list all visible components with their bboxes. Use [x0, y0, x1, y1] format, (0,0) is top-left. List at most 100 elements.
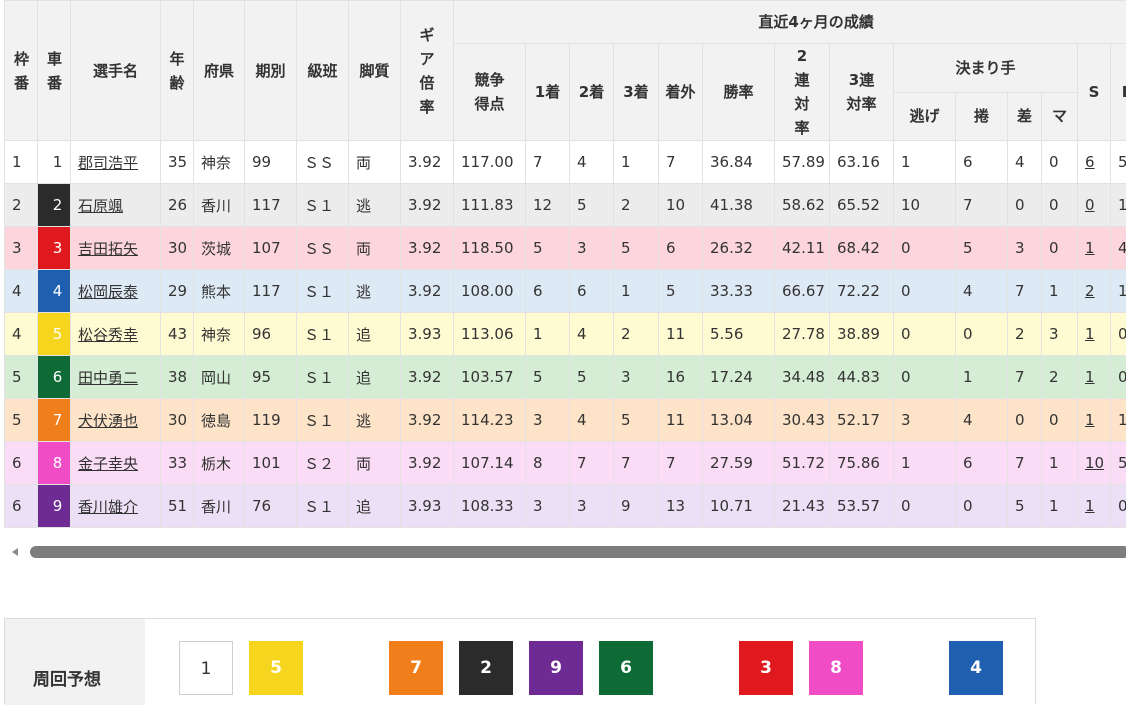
s-count-link[interactable]: 0: [1085, 196, 1095, 214]
rider-name-cell: 犬伏湧也: [71, 399, 161, 442]
trio-rate-cell: 52.17: [830, 399, 894, 442]
rider-table-body: 11郡司浩平35神奈99ＳＳ両3.92117.00741736.8457.896…: [5, 141, 1126, 528]
second-cell: 3: [570, 227, 614, 270]
nige-cell: 1: [894, 442, 956, 485]
term-cell: 117: [245, 184, 297, 227]
class-cell: Ｓ１: [297, 184, 349, 227]
rider-name-cell: 石原颯: [71, 184, 161, 227]
quinella-rate-cell: 27.78: [775, 313, 830, 356]
mark-cell: 0: [1042, 141, 1078, 184]
waku-cell: 4: [5, 313, 38, 356]
second-cell: 4: [570, 399, 614, 442]
third-cell: 9: [614, 485, 659, 528]
nige-cell: 0: [894, 270, 956, 313]
out-cell: 10: [659, 184, 703, 227]
sashi-cell: 7: [1008, 356, 1042, 399]
sashi-cell: 3: [1008, 227, 1042, 270]
header-win-rate: 勝率: [703, 44, 775, 141]
rider-table: 枠番 車番 選手名 年齢 府県 期別 級班 脚質 ギア倍率 直近4ヶ月の成績 競…: [4, 0, 1126, 528]
horizontal-scrollbar[interactable]: [4, 544, 1126, 560]
scrollbar-thumb[interactable]: [30, 546, 1126, 558]
term-cell: 107: [245, 227, 297, 270]
s-count-link[interactable]: 6: [1085, 153, 1095, 171]
table-row: 56田中勇二38岡山95Ｓ１追3.92103.575531617.2434.48…: [5, 356, 1126, 399]
s-count-link[interactable]: 10: [1085, 454, 1104, 472]
s-count-link[interactable]: 1: [1085, 239, 1095, 257]
out-cell: 5: [659, 270, 703, 313]
trio-rate-cell: 68.42: [830, 227, 894, 270]
header-nige: 逃げ: [894, 92, 956, 141]
quinella-rate-cell: 21.43: [775, 485, 830, 528]
age-cell: 30: [161, 399, 194, 442]
mark-cell: 1: [1042, 270, 1078, 313]
rider-name-link[interactable]: 田中勇二: [78, 369, 138, 387]
s-cell: 1: [1078, 356, 1111, 399]
score-cell: 111.83: [454, 184, 526, 227]
nige-cell: 0: [894, 356, 956, 399]
b-cell: 12: [1111, 399, 1126, 442]
header-waku: 枠番: [5, 1, 38, 141]
waku-cell: 3: [5, 227, 38, 270]
rider-name-link[interactable]: 吉田拓矢: [78, 240, 138, 258]
rider-name-link[interactable]: 犬伏湧也: [78, 412, 138, 430]
prediction-box: 3: [739, 641, 793, 695]
waku-cell: 2: [5, 184, 38, 227]
gear-cell: 3.93: [401, 313, 454, 356]
s-cell: 1: [1078, 485, 1111, 528]
car-number-cell: 2: [38, 184, 71, 227]
style-cell: 逃: [349, 270, 401, 313]
age-cell: 51: [161, 485, 194, 528]
rider-name-link[interactable]: 松谷秀幸: [78, 326, 138, 344]
s-count-link[interactable]: 1: [1085, 497, 1095, 515]
rider-name-link[interactable]: 郡司浩平: [78, 154, 138, 172]
prediction-box: 5: [249, 641, 303, 695]
b-cell: 1: [1111, 270, 1126, 313]
rider-name-link[interactable]: 金子幸央: [78, 455, 138, 473]
mark-cell: 1: [1042, 442, 1078, 485]
rider-name-cell: 金子幸央: [71, 442, 161, 485]
s-count-link[interactable]: 1: [1085, 368, 1095, 386]
table-row: 69香川雄介51香川76Ｓ１追3.93108.333391310.7121.43…: [5, 485, 1126, 528]
rider-name-link[interactable]: 松岡辰泰: [78, 283, 138, 301]
rider-name-link[interactable]: 香川雄介: [78, 498, 138, 516]
car-number-cell: 8: [38, 442, 71, 485]
first-cell: 1: [526, 313, 570, 356]
second-cell: 7: [570, 442, 614, 485]
style-cell: 両: [349, 141, 401, 184]
lap-prediction-label-cell: 周回予想: [5, 619, 145, 705]
gear-cell: 3.92: [401, 356, 454, 399]
prediction-box: 1: [179, 641, 233, 695]
out-cell: 7: [659, 141, 703, 184]
header-sashi: 差: [1008, 92, 1042, 141]
prediction-box: 9: [529, 641, 583, 695]
header-second: 2着: [570, 44, 614, 141]
pref-cell: 神奈: [194, 141, 245, 184]
rider-name-link[interactable]: 石原颯: [78, 197, 123, 215]
header-s: S: [1078, 44, 1111, 141]
s-count-link[interactable]: 2: [1085, 282, 1095, 300]
header-kimarite: 決まり手: [894, 44, 1078, 93]
third-cell: 1: [614, 141, 659, 184]
s-count-link[interactable]: 1: [1085, 411, 1095, 429]
pref-cell: 栃木: [194, 442, 245, 485]
win-rate-cell: 41.38: [703, 184, 775, 227]
style-cell: 追: [349, 313, 401, 356]
header-pref: 府県: [194, 1, 245, 141]
pref-cell: 岡山: [194, 356, 245, 399]
prediction-box: 7: [389, 641, 443, 695]
class-cell: Ｓ１: [297, 399, 349, 442]
s-count-link[interactable]: 1: [1085, 325, 1095, 343]
header-style: 脚質: [349, 1, 401, 141]
header-car: 車番: [38, 1, 71, 141]
header-term: 期別: [245, 1, 297, 141]
second-cell: 3: [570, 485, 614, 528]
pref-cell: 徳島: [194, 399, 245, 442]
mark-cell: 1: [1042, 485, 1078, 528]
lap-prediction-panel: 周回予想 1 5 7 2 9 6 3 8 4: [4, 618, 1036, 704]
third-cell: 3: [614, 356, 659, 399]
win-rate-cell: 26.32: [703, 227, 775, 270]
makuri-cell: 4: [956, 270, 1008, 313]
score-cell: 108.00: [454, 270, 526, 313]
scroll-left-arrow-icon[interactable]: [12, 548, 18, 556]
out-cell: 11: [659, 313, 703, 356]
